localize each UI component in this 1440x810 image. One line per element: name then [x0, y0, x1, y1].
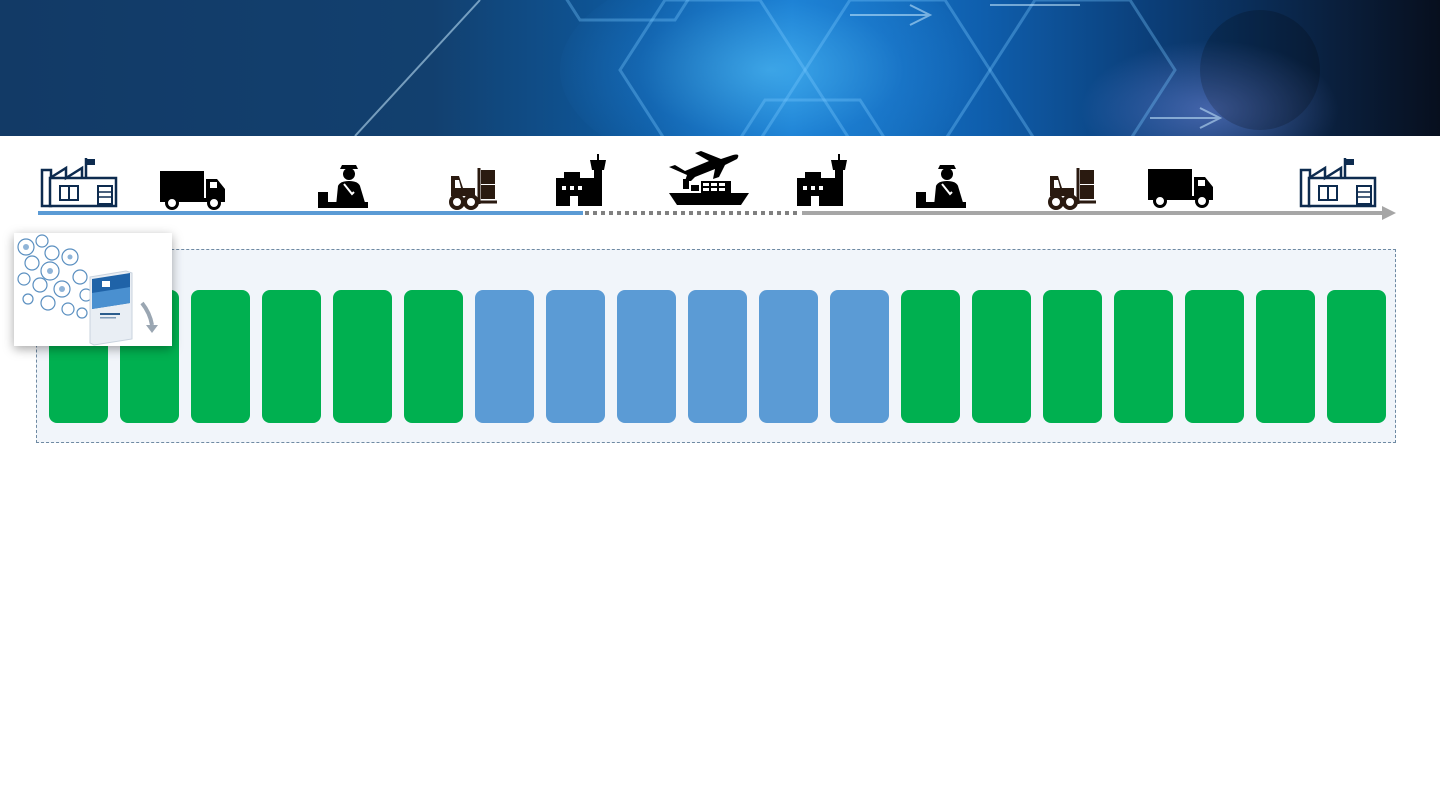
process-step-tile[interactable]	[1185, 290, 1244, 423]
process-step-tile[interactable]	[1043, 290, 1102, 423]
process-step-tile[interactable]	[617, 290, 676, 423]
airport-terminal-icon	[795, 154, 851, 208]
document-cover-thumbnail[interactable]	[14, 233, 172, 346]
header-banner	[0, 0, 1440, 136]
airport-terminal-icon	[554, 154, 610, 208]
process-step-tile[interactable]	[262, 290, 321, 423]
forklift-icon	[449, 166, 499, 210]
process-step-tile[interactable]	[333, 290, 392, 423]
process-step-tile[interactable]	[475, 290, 534, 423]
process-step-tile[interactable]	[688, 290, 747, 423]
document-cover-icon	[17, 234, 158, 346]
process-step-tile[interactable]	[972, 290, 1031, 423]
truck-icon	[159, 168, 227, 210]
forklift-icon	[1048, 166, 1098, 210]
process-step-tile[interactable]	[546, 290, 605, 423]
process-step-tile[interactable]	[830, 290, 889, 423]
hexagon-pattern-icon	[354, 0, 1320, 136]
plane-and-ship-icon	[665, 147, 751, 207]
process-step-tile[interactable]	[901, 290, 960, 423]
process-step-tile[interactable]	[404, 290, 463, 423]
customs-officer-icon	[316, 162, 370, 210]
process-step-tile[interactable]	[1114, 290, 1173, 423]
process-step-tile[interactable]	[759, 290, 818, 423]
truck-icon	[1147, 166, 1215, 208]
process-step-tile[interactable]	[1256, 290, 1315, 423]
shipment-journey	[0, 150, 1440, 230]
customs-officer-icon	[914, 162, 968, 210]
process-step-tile[interactable]	[1327, 290, 1386, 423]
factory-icon	[40, 156, 118, 208]
factory-icon	[1299, 156, 1377, 208]
process-step-tile[interactable]	[191, 290, 250, 423]
